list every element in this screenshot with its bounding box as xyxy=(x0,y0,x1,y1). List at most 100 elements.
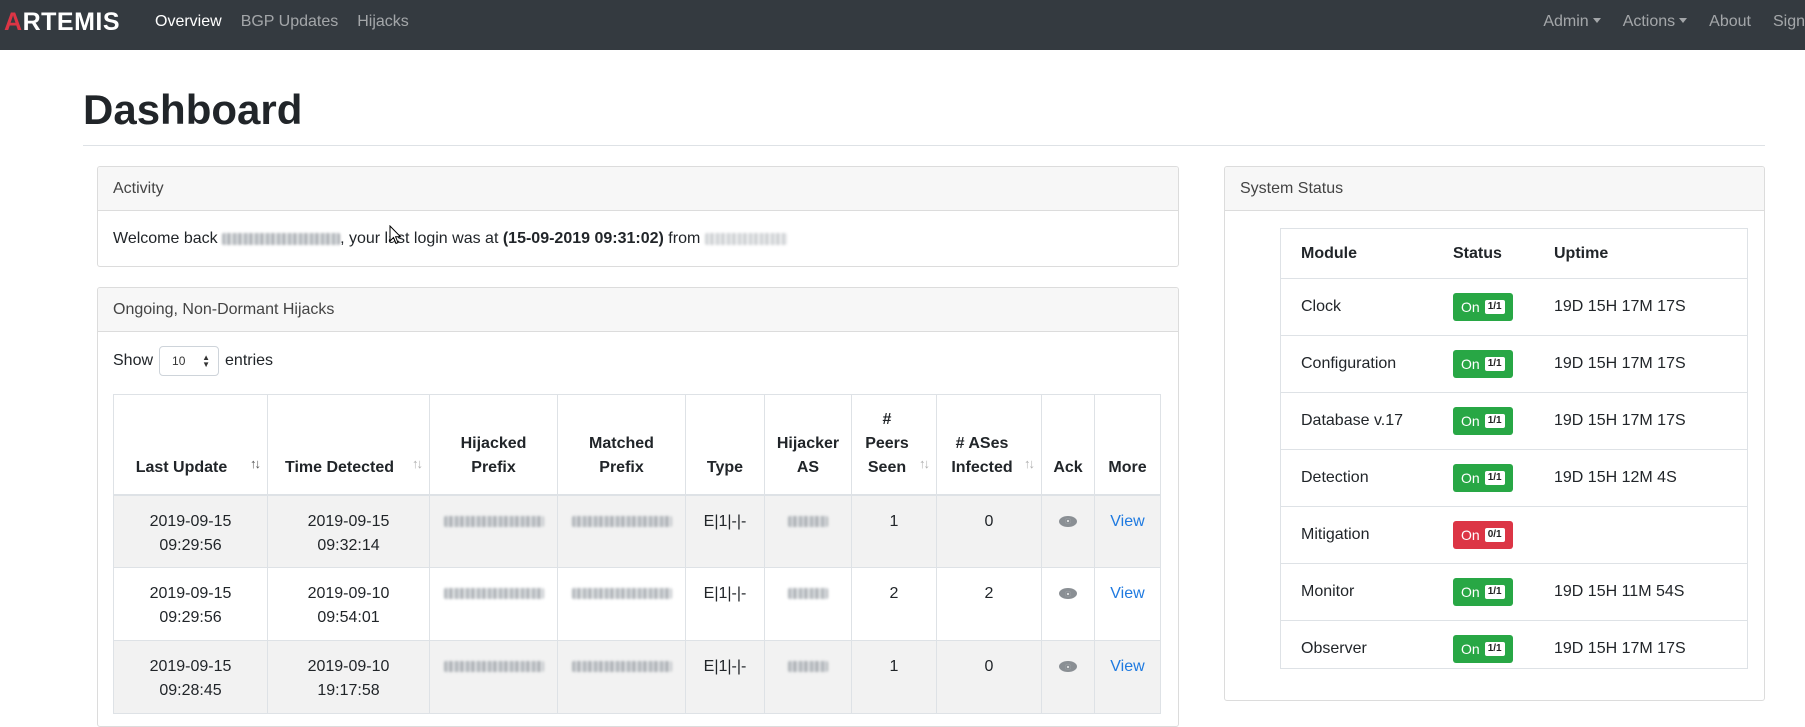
hijacker-as-cell xyxy=(764,567,852,641)
col-label-line: # xyxy=(882,410,892,428)
ases-cell: 0 xyxy=(936,494,1042,568)
artemis-logo[interactable]: ARTEMIS xyxy=(4,8,120,37)
cell-date: 2019-09-15 xyxy=(149,585,232,602)
matched-prefix-cell xyxy=(557,640,686,714)
status-label: On xyxy=(1461,356,1480,372)
sort-icon: ↑↓ xyxy=(1024,455,1035,471)
admin-label: Admin xyxy=(1543,13,1589,30)
peers-cell: 2 xyxy=(851,567,937,641)
status-row: Database v.17 On 1/1 19D 15H 17M 17S xyxy=(1281,392,1747,450)
entries-control: Show 10 ▲ ▼ entries xyxy=(113,346,273,376)
status-count: 1/1 xyxy=(1484,300,1505,314)
col-label-line: Matched xyxy=(589,434,654,452)
module-name: Detection xyxy=(1281,449,1433,507)
module-name: Mitigation xyxy=(1281,506,1433,564)
last-update-cell: 2019-09-15 09:29:56 xyxy=(113,567,268,641)
col-status: Status xyxy=(1433,229,1534,279)
module-status-cell: On 1/1 xyxy=(1433,278,1534,336)
main-nav: Overview BGP Updates Hijacks xyxy=(155,0,428,44)
nav-overview[interactable]: Overview xyxy=(155,13,231,31)
redacted-prefix xyxy=(571,515,672,527)
entries-select[interactable]: 10 ▲ ▼ xyxy=(159,346,220,376)
show-label: Show xyxy=(113,352,154,369)
col-label-line: Seen xyxy=(867,458,907,476)
logo-letter-a: A xyxy=(4,8,23,36)
col-uptime: Uptime xyxy=(1534,229,1747,279)
logo-text: RTEMIS xyxy=(22,8,121,36)
view-link[interactable]: View xyxy=(1110,513,1144,530)
col-type: Type xyxy=(685,394,765,496)
col-label-line: # ASes xyxy=(955,434,1009,452)
cell-time: 09:29:56 xyxy=(159,609,222,626)
ack-cell xyxy=(1041,640,1095,714)
activity-header: Activity xyxy=(98,167,1178,211)
matched-prefix-cell xyxy=(557,494,686,568)
status-badge: On 0/1 xyxy=(1453,521,1513,549)
hijacker-as-cell xyxy=(764,640,852,714)
hijacked-prefix-cell xyxy=(429,567,558,641)
module-status-cell: On 1/1 xyxy=(1433,449,1534,507)
mouse-cursor-icon xyxy=(389,225,402,245)
ack-cell xyxy=(1041,494,1095,568)
module-uptime: 19D 15H 17M 17S xyxy=(1534,278,1747,336)
status-row: Monitor On 1/1 19D 15H 11M 54S xyxy=(1281,563,1747,621)
eye-icon[interactable] xyxy=(1059,588,1077,599)
nav-about[interactable]: About xyxy=(1687,13,1751,31)
cell-date: 2019-09-15 xyxy=(149,512,232,530)
nav-hijacks[interactable]: Hijacks xyxy=(357,13,418,31)
status-count: 1/1 xyxy=(1484,642,1505,656)
col-peers-seen[interactable]: # Peers Seen ↑↓ xyxy=(851,394,937,496)
sort-icon: ↑↓ xyxy=(919,455,930,471)
user-nav: Admin Actions About Sign xyxy=(1521,0,1805,44)
nav-bgp-updates[interactable]: BGP Updates xyxy=(241,13,348,31)
page-title: Dashboard xyxy=(83,86,303,133)
sort-icon: ↑↓ xyxy=(412,455,423,471)
redacted-username xyxy=(222,232,341,245)
module-status-cell: On 1/1 xyxy=(1433,621,1534,678)
col-label-line: Prefix xyxy=(599,458,644,476)
view-link[interactable]: View xyxy=(1110,585,1144,602)
entries-value: 10 xyxy=(172,354,186,368)
table-row: 2019-09-15 09:29:56 2019-09-10 09:54:01 E|… xyxy=(113,567,1161,641)
type-cell: E|1|-|- xyxy=(685,494,765,568)
redacted-prefix xyxy=(443,515,544,527)
activity-message: Welcome back , your last login was at (1… xyxy=(98,211,1178,266)
status-label: On xyxy=(1461,641,1480,657)
actions-dropdown[interactable]: Actions xyxy=(1601,13,1688,31)
more-cell: View xyxy=(1094,494,1161,568)
status-label: On xyxy=(1461,299,1480,315)
view-link[interactable]: View xyxy=(1110,658,1144,675)
hijacks-card: Ongoing, Non-Dormant Hijacks Show 10 ▲ ▼ … xyxy=(97,287,1179,727)
eye-icon[interactable] xyxy=(1059,515,1077,527)
more-cell: View xyxy=(1094,640,1161,714)
system-status-card: System Status Module Status Uptime Clock… xyxy=(1224,166,1765,701)
status-label: On xyxy=(1461,470,1480,486)
title-divider xyxy=(83,145,1765,146)
chevron-down-icon xyxy=(1592,18,1601,23)
cell-date: 2019-09-10 xyxy=(307,585,390,602)
ases-cell: 0 xyxy=(936,640,1042,714)
col-last-update[interactable]: Last Update ↑↓ xyxy=(113,394,268,496)
module-uptime: 19D 15H 17M 17S xyxy=(1534,335,1747,393)
module-uptime xyxy=(1534,506,1747,564)
col-label-line: AS xyxy=(796,458,820,476)
status-count: 1/1 xyxy=(1484,471,1505,485)
admin-dropdown[interactable]: Admin xyxy=(1521,13,1601,31)
status-row: Detection On 1/1 19D 15H 12M 4S xyxy=(1281,449,1747,507)
hijacker-as-cell xyxy=(764,494,852,568)
status-badge: On 1/1 xyxy=(1453,635,1513,663)
status-table-wrapper: Module Status Uptime Clock On 1/1 19D 15H 1… xyxy=(1280,228,1748,669)
hijacks-header: Ongoing, Non-Dormant Hijacks xyxy=(98,288,1178,332)
col-time-detected[interactable]: Time Detected ↑↓ xyxy=(267,394,430,496)
col-ack: Ack xyxy=(1041,394,1095,496)
module-name: Monitor xyxy=(1281,563,1433,621)
col-more: More xyxy=(1094,394,1161,496)
eye-icon[interactable] xyxy=(1059,661,1077,672)
col-matched-prefix: Matched Prefix xyxy=(557,394,686,496)
col-label-line: Hijacked xyxy=(460,434,527,452)
col-ases-infected[interactable]: # ASes Infected ↑↓ xyxy=(936,394,1042,496)
module-status-cell: On 1/1 xyxy=(1433,392,1534,450)
status-count: 1/1 xyxy=(1484,414,1505,428)
status-table: Module Status Uptime Clock On 1/1 19D 15H 1… xyxy=(1281,229,1747,677)
nav-sign-out[interactable]: Sign xyxy=(1751,13,1805,31)
